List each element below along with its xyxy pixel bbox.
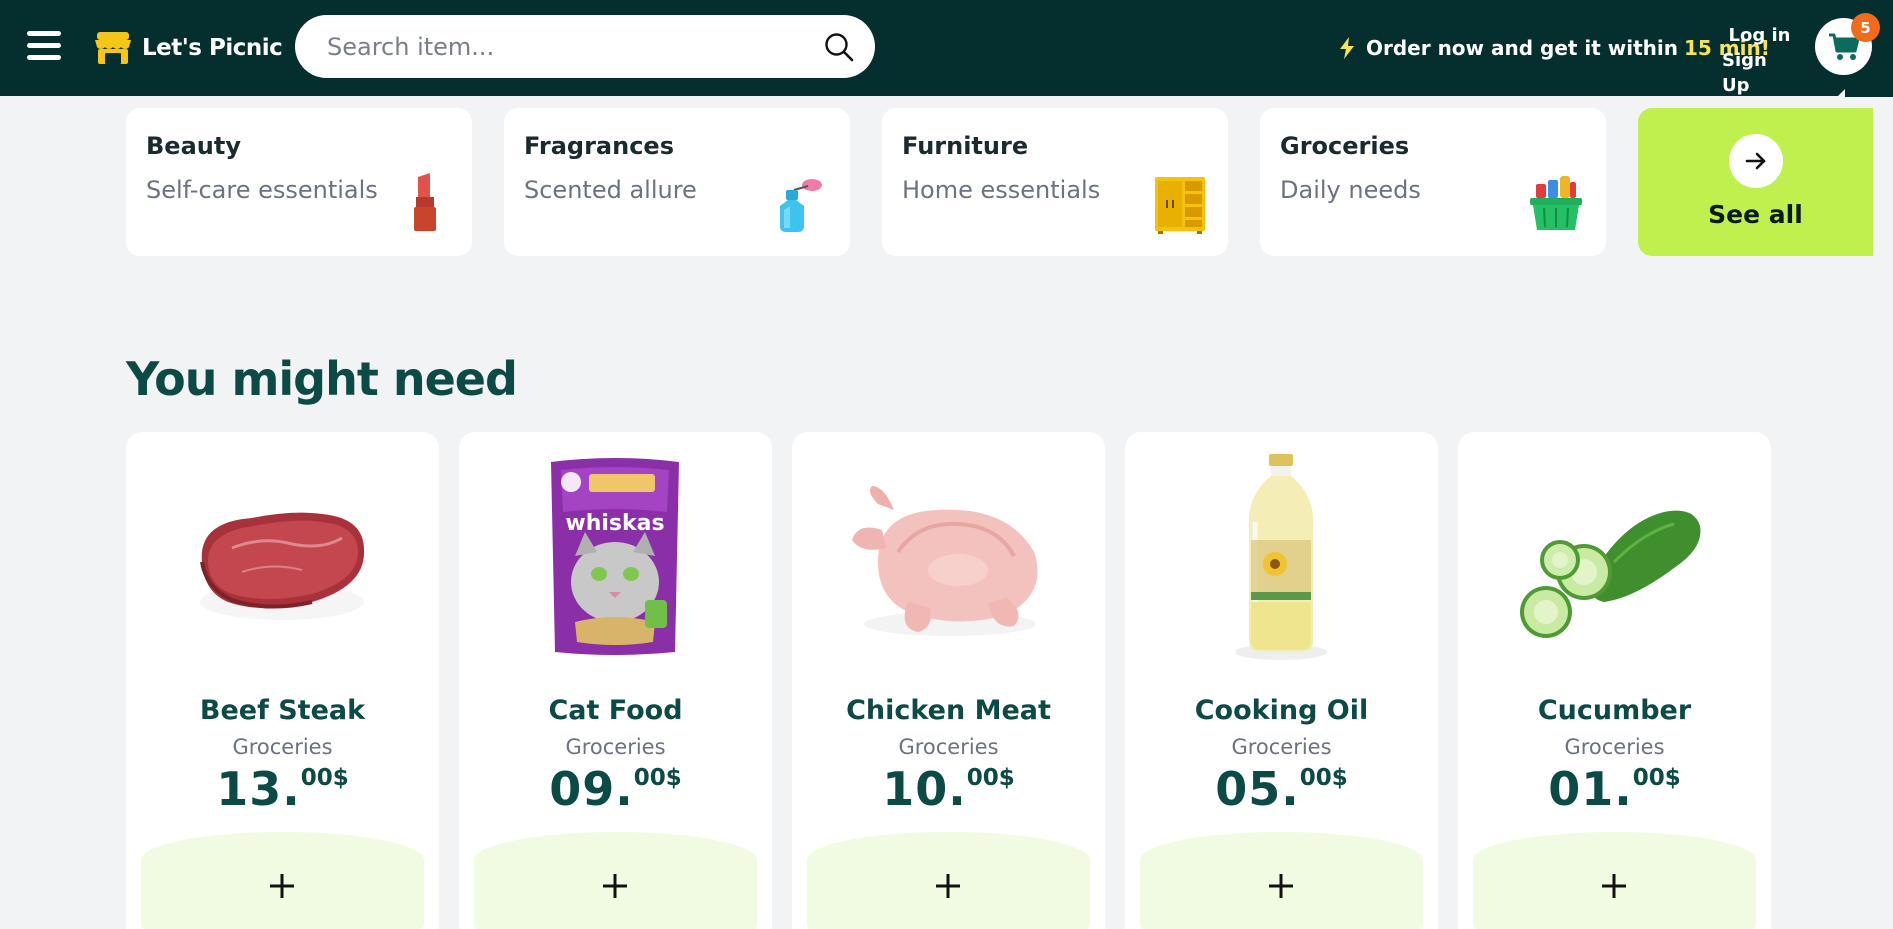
see-all-arrow: [1729, 134, 1783, 188]
product-price: 01.00$: [1458, 762, 1771, 816]
plus-icon: [1602, 874, 1626, 898]
search-bar[interactable]: [295, 15, 875, 78]
lipstick-icon: [414, 173, 436, 231]
product-price: 13.00$: [126, 762, 439, 816]
cat-food-brand: whiskas: [565, 511, 664, 536]
basket-icon: [1530, 176, 1582, 230]
add-to-cart-button[interactable]: [141, 832, 424, 929]
product-name: Cat Food: [548, 695, 683, 726]
add-to-cart-button[interactable]: [807, 832, 1090, 929]
category-title: Fragrances: [524, 132, 674, 160]
product-name: Cucumber: [1537, 695, 1692, 726]
product-card-cat-food[interactable]: whiskas Cat Food Groceries 09.00$: [459, 432, 772, 929]
promo-text: Order now and get it within: [1366, 36, 1679, 60]
delivery-promo: Order now and get it within 15 min!: [1338, 33, 1770, 63]
category-subtitle: Daily needs: [1280, 176, 1421, 204]
price-decimal: 00$: [1299, 765, 1348, 791]
store-icon: [95, 32, 131, 64]
price-integer: 09.: [549, 762, 634, 816]
plus-icon: [603, 874, 627, 898]
auth-links: Log in Sign Up: [1722, 23, 1797, 98]
product-price: 05.00$: [1125, 762, 1438, 816]
product-price: 09.00$: [459, 762, 772, 816]
plus-icon: [270, 874, 294, 898]
category-card-furniture[interactable]: Furniture Home essentials: [882, 108, 1228, 256]
price-decimal: 00$: [966, 765, 1015, 791]
product-category: Groceries: [898, 735, 999, 759]
product-name: Beef Steak: [199, 695, 366, 726]
cooking-oil-image: [1235, 454, 1327, 660]
add-to-cart-button[interactable]: [474, 832, 757, 929]
product-category: Groceries: [232, 735, 333, 759]
add-to-cart-button[interactable]: [1140, 832, 1423, 929]
plus-icon: [1269, 874, 1293, 898]
price-integer: 13.: [216, 762, 301, 816]
price-integer: 10.: [882, 762, 967, 816]
category-subtitle: Scented allure: [524, 176, 697, 204]
chicken-image: [852, 486, 1038, 636]
price-integer: 05.: [1215, 762, 1300, 816]
wardrobe-icon: [1155, 177, 1205, 234]
cucumber-image: [1520, 510, 1701, 638]
beef-steak-image: [200, 512, 365, 620]
perfume-icon: [780, 179, 822, 232]
signup-link[interactable]: Sign Up: [1722, 48, 1797, 98]
brand-logo[interactable]: Let's Picnic: [94, 31, 283, 65]
product-card-chicken-meat[interactable]: Chicken Meat Groceries 10.00$: [792, 432, 1105, 929]
product-card-cucumber[interactable]: Cucumber Groceries 01.00$: [1458, 432, 1771, 929]
search-icon[interactable]: [823, 31, 855, 63]
add-to-cart-button[interactable]: [1473, 832, 1756, 929]
price-decimal: 00$: [633, 765, 682, 791]
category-subtitle: Home essentials: [902, 176, 1101, 204]
see-all-label: See all: [1708, 200, 1803, 229]
product-card-cooking-oil[interactable]: Cooking Oil Groceries 05.00$: [1125, 432, 1438, 929]
section-title: You might need: [126, 352, 518, 406]
see-all-button[interactable]: See all: [1638, 108, 1873, 256]
cat-food-image: whiskas: [551, 458, 679, 655]
category-title: Beauty: [146, 132, 241, 160]
category-subtitle: Self-care essentials: [146, 176, 378, 204]
category-card-groceries[interactable]: Groceries Daily needs: [1260, 108, 1606, 256]
category-title: Furniture: [902, 132, 1029, 160]
product-card-beef-steak[interactable]: Beef Steak Groceries 13.00$: [126, 432, 439, 929]
plus-icon: [936, 874, 960, 898]
product-name: Chicken Meat: [846, 695, 1051, 726]
product-price: 10.00$: [792, 762, 1105, 816]
arrow-right-icon: [1745, 152, 1766, 170]
category-title: Groceries: [1280, 132, 1410, 160]
search-input[interactable]: [327, 32, 823, 61]
category-card-fragrances[interactable]: Fragrances Scented allure: [504, 108, 850, 256]
cart-count-badge: 5: [1851, 13, 1880, 42]
login-link[interactable]: Log in: [1729, 23, 1791, 48]
price-decimal: 00$: [300, 765, 349, 791]
product-category: Groceries: [565, 735, 666, 759]
product-name: Cooking Oil: [1194, 695, 1369, 726]
category-card-beauty[interactable]: Beauty Self-care essentials: [126, 108, 472, 256]
price-decimal: 00$: [1632, 765, 1681, 791]
brand-name: Let's Picnic: [142, 35, 283, 61]
price-integer: 01.: [1548, 762, 1633, 816]
lightning-icon: [1340, 37, 1354, 59]
product-category: Groceries: [1564, 735, 1665, 759]
menu-icon[interactable]: [27, 30, 61, 62]
product-category: Groceries: [1231, 735, 1332, 759]
